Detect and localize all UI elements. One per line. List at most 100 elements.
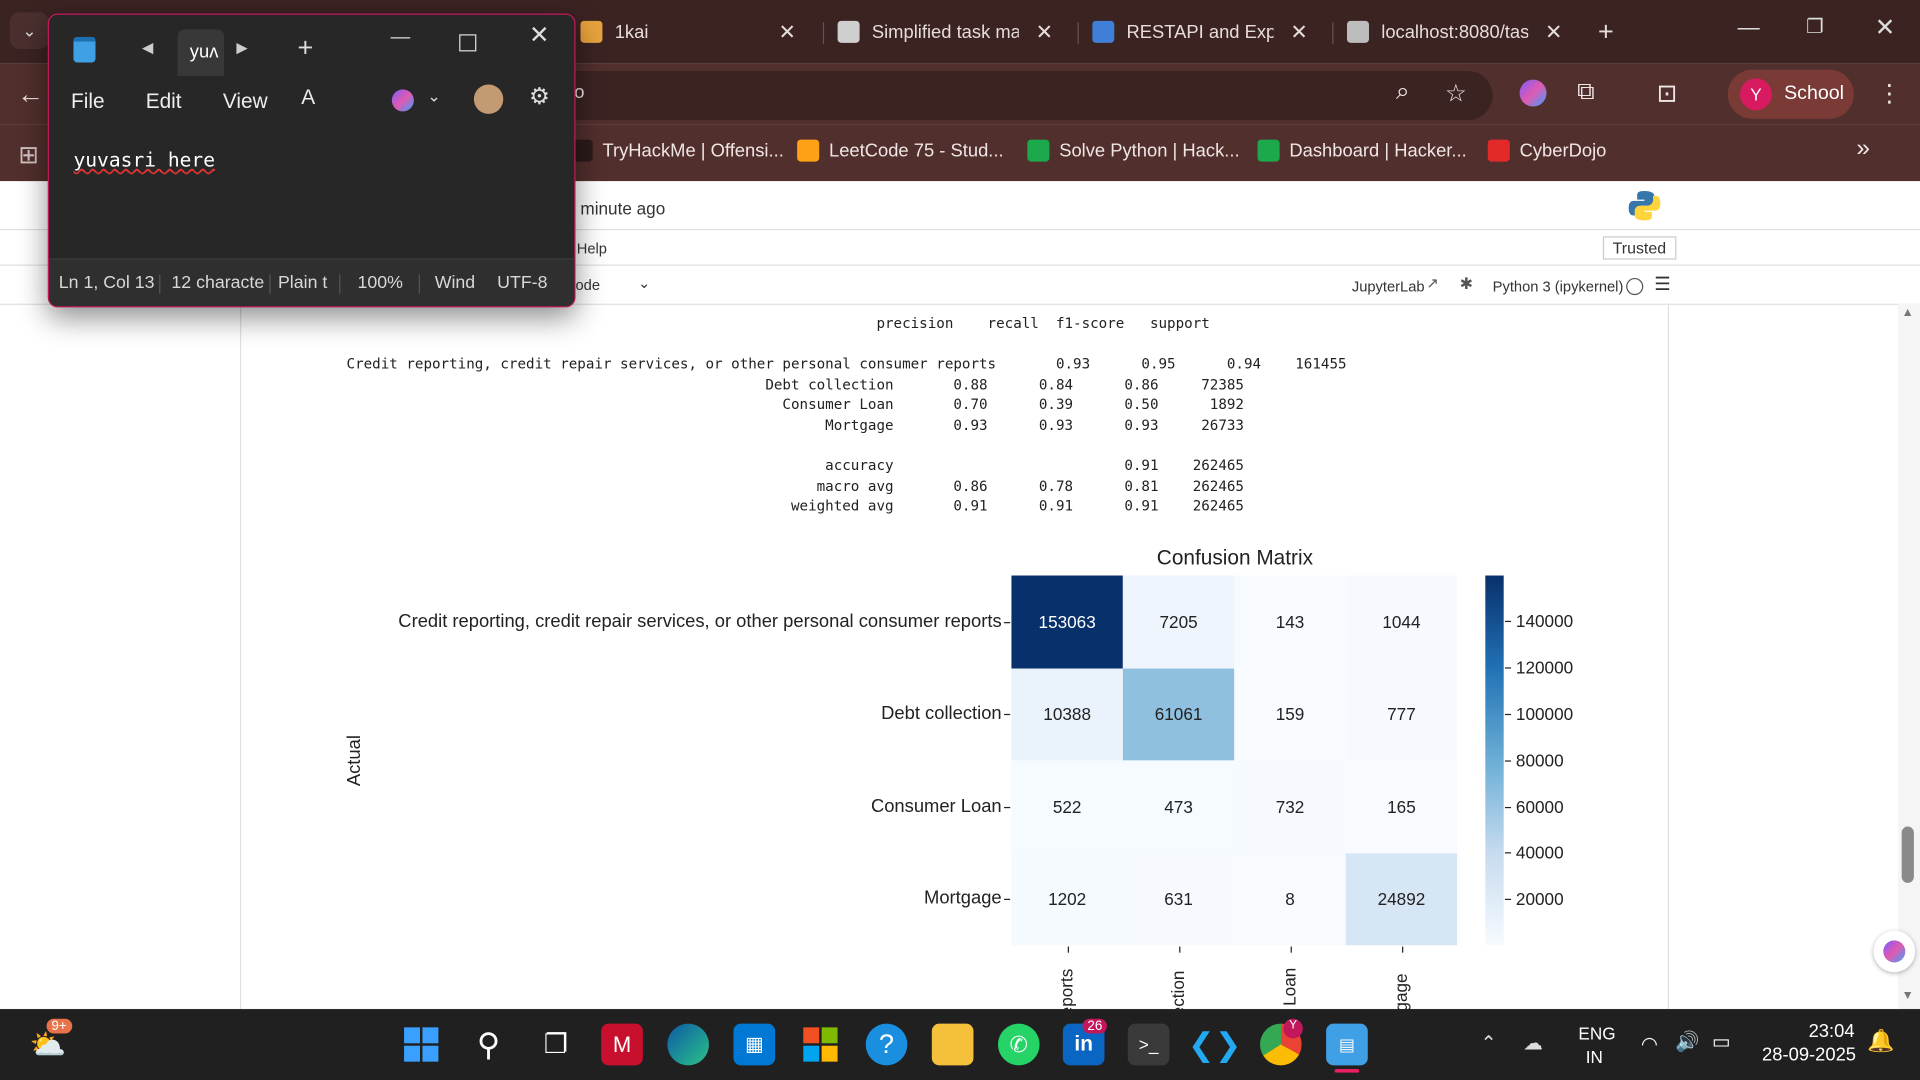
notepad-app-icon	[73, 36, 96, 63]
clock-date[interactable]: 28-09-2025	[1762, 1044, 1856, 1065]
bookmark-item[interactable]: Solve Python | Hack...	[1027, 137, 1240, 164]
chevron-down-icon[interactable]: ⌄	[638, 274, 650, 291]
bookmark-item[interactable]: Dashboard | Hacker...	[1257, 137, 1467, 164]
browser-tab[interactable]: 1kai ✕	[580, 10, 796, 54]
bookmark-item[interactable]: TryHackMe | Offensi...	[570, 137, 784, 164]
notepad-window[interactable]: ◀ yuʌ ▶ + — ✕ File Edit View A ⌄ ⚙ yuvas…	[47, 13, 576, 308]
microsoft-365-icon[interactable]	[800, 1024, 842, 1066]
vscode-icon[interactable]: ❮❯	[1188, 1024, 1241, 1066]
heatmap-cell: 165	[1345, 760, 1458, 853]
file-explorer-icon[interactable]	[931, 1023, 974, 1066]
heatmap-cell: 1044	[1345, 575, 1458, 668]
jupyterlab-link[interactable]: JupyterLab	[1352, 278, 1425, 295]
debugger-icon[interactable]: ✱	[1460, 274, 1473, 294]
minimize-window-icon[interactable]: —	[1738, 15, 1760, 41]
tab-close-icon[interactable]: ✕	[778, 21, 795, 45]
notepad-tab[interactable]: yuʌ	[177, 29, 225, 76]
browser-tab[interactable]: localhost:8080/tasl ✕	[1346, 10, 1562, 54]
restore-window-icon[interactable]: ❐	[1806, 15, 1824, 39]
mcafee-icon[interactable]: M	[601, 1023, 643, 1066]
notepad-tab-next-icon[interactable]: ▶	[236, 39, 247, 56]
python-logo	[1628, 190, 1661, 222]
bookmark-star-icon[interactable]: ☆	[1445, 78, 1467, 109]
notepad-menu-edit[interactable]: Edit	[146, 89, 182, 113]
notepad-menu-view[interactable]: View	[223, 89, 268, 113]
task-view-icon[interactable]: ❐	[535, 1024, 577, 1066]
external-link-icon: ↗	[1426, 274, 1439, 292]
colorbar-tick-mark	[1504, 852, 1512, 854]
bookmark-favicon	[1487, 139, 1510, 162]
text-format-icon[interactable]: A	[301, 86, 315, 110]
user-avatar[interactable]	[473, 84, 504, 114]
notepad-menu-file[interactable]: File	[71, 89, 105, 113]
y-axis-label: Actual	[344, 735, 365, 787]
notepad-text-area[interactable]: yuvasri here	[49, 132, 574, 258]
scroll-up-icon[interactable]: ▲	[1902, 306, 1914, 319]
notepad-maximize-icon[interactable]	[459, 34, 477, 52]
tab-search-button[interactable]: ⌄	[9, 12, 49, 49]
apps-grid-icon[interactable]: ⊞	[18, 140, 39, 171]
cell-type-select[interactable]: ode	[576, 277, 601, 294]
x-tick-label: tgage	[1390, 973, 1411, 1017]
menu-help[interactable]: Help	[577, 240, 607, 257]
bookmark-item[interactable]: LeetCode 75 - Stud...	[797, 137, 1004, 164]
status-char-count: 12 characte	[171, 273, 265, 293]
input-language[interactable]: ENG	[1578, 1024, 1615, 1044]
linkedin-badge: 26	[1082, 1018, 1108, 1034]
start-windows-icon[interactable]	[400, 1024, 442, 1066]
address-bar[interactable]: o ⌕ ☆	[544, 71, 1493, 121]
notification-bell-icon[interactable]: 🔔	[1867, 1029, 1894, 1055]
bookmark-item[interactable]: CyberDojo	[1487, 137, 1606, 164]
settings-gear-icon[interactable]: ⚙	[529, 83, 550, 111]
notepad-close-icon[interactable]: ✕	[529, 20, 550, 51]
search-icon[interactable]: ⚲	[468, 1024, 510, 1066]
notepad-tab-prev-icon[interactable]: ◀	[142, 39, 153, 56]
chevron-down-icon[interactable]: ⌄	[427, 87, 440, 107]
scroll-down-icon[interactable]: ▼	[1902, 989, 1914, 1002]
notepad-minimize-icon[interactable]: —	[391, 27, 411, 49]
get-help-icon[interactable]: ?	[865, 1023, 908, 1066]
copilot-icon[interactable]	[391, 89, 414, 112]
close-window-icon[interactable]: ✕	[1875, 12, 1896, 43]
input-region[interactable]: IN	[1586, 1047, 1603, 1067]
whatsapp-icon[interactable]: ✆	[997, 1023, 1040, 1066]
screenshot-icon[interactable]: ⊡	[1657, 78, 1678, 109]
tab-close-icon[interactable]: ✕	[1290, 21, 1307, 45]
notepad-new-tab-icon[interactable]: +	[298, 32, 314, 64]
clock-time[interactable]: 23:04	[1809, 1021, 1855, 1042]
terminal-icon[interactable]: >_	[1127, 1023, 1170, 1066]
browser-tab[interactable]: RESTAPI and Expre ✕	[1092, 10, 1308, 54]
volume-icon[interactable]: 🔊	[1675, 1030, 1699, 1054]
copilot-sidebar-icon[interactable]	[1873, 930, 1916, 973]
tray-overflow-icon[interactable]: ⌃	[1480, 1031, 1496, 1055]
kernel-name[interactable]: Python 3 (ipykernel)	[1493, 278, 1624, 295]
browser-menu-icon[interactable]: ⋮	[1877, 78, 1901, 109]
onedrive-icon[interactable]: ☁	[1523, 1031, 1543, 1055]
heatmap-cell: 631	[1122, 852, 1235, 946]
browser-tab[interactable]: Simplified task ma ✕	[837, 10, 1053, 54]
hamburger-menu-icon[interactable]: ☰	[1654, 273, 1670, 295]
scroll-thumb[interactable]	[1901, 826, 1914, 883]
tab-close-icon[interactable]: ✕	[1036, 21, 1053, 45]
ms-store-icon[interactable]: ▦	[733, 1023, 776, 1066]
bookmarks-more-icon[interactable]: »	[1856, 135, 1870, 163]
edge-icon[interactable]	[667, 1023, 709, 1066]
extensions-icon[interactable]: ⧉	[1577, 78, 1594, 106]
battery-icon[interactable]: ▭	[1712, 1030, 1731, 1054]
profile-button[interactable]: Y School	[1727, 69, 1854, 119]
page-scrollbar[interactable]: ▲ ▼	[1897, 303, 1920, 1009]
zoom-icon[interactable]: ⌕	[1396, 78, 1410, 106]
trusted-badge[interactable]: Trusted	[1602, 236, 1676, 260]
wifi-icon[interactable]: ◠	[1641, 1032, 1658, 1056]
chrome-profile-badge: Y	[1283, 1018, 1303, 1039]
notepad-tab-title: yuʌ	[189, 41, 219, 63]
notepad-taskbar-icon[interactable]: ▤	[1326, 1023, 1368, 1066]
y-tick-mark	[1004, 714, 1011, 716]
copilot-icon[interactable]	[1519, 79, 1547, 107]
heatmap-cell: 777	[1345, 667, 1458, 761]
new-tab-button[interactable]: +	[1598, 10, 1614, 54]
back-icon[interactable]: ←	[17, 78, 44, 110]
colorbar-tick-label: 20000	[1515, 889, 1564, 909]
tab-close-icon[interactable]: ✕	[1545, 21, 1562, 45]
chart-title: Confusion Matrix	[1156, 546, 1314, 570]
